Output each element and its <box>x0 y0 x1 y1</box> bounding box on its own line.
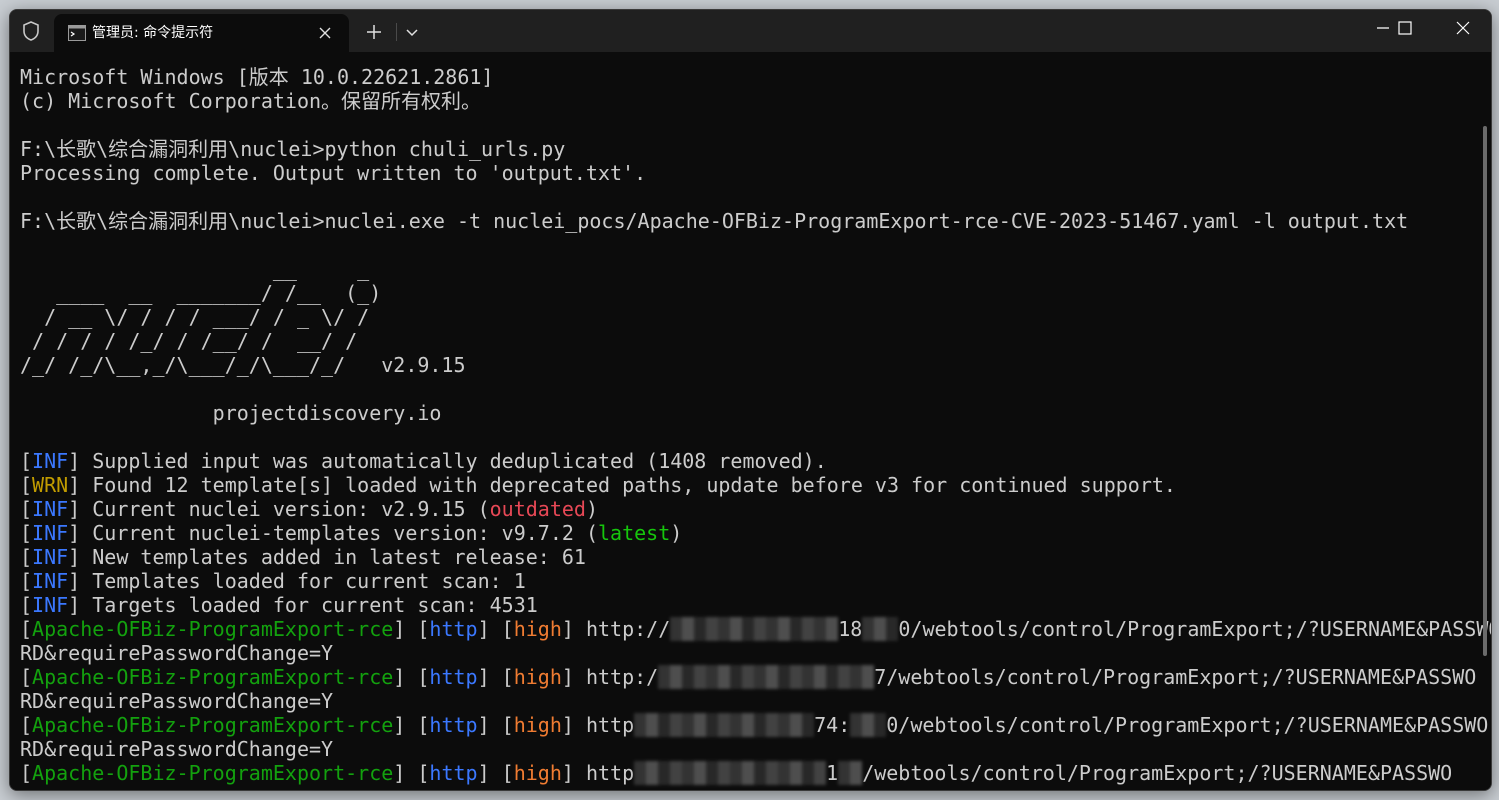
log-tag: INF <box>32 449 69 473</box>
result-wrap: RD&requirePasswordChange=Y <box>20 737 334 761</box>
chevron-down-icon[interactable] <box>402 22 422 42</box>
severity: high <box>513 617 562 641</box>
log-text: Found 12 template[s] loaded with depreca… <box>80 473 1176 497</box>
log-line: [INF] Supplied input was automatically d… <box>20 449 827 473</box>
log-line: [INF] Current nuclei-templates version: … <box>20 521 683 545</box>
redacted-port <box>862 617 899 641</box>
redacted-host <box>658 665 875 689</box>
protocol: http <box>429 761 478 785</box>
redacted-host <box>634 713 815 737</box>
log-tag: INF <box>32 569 69 593</box>
url-start: http <box>585 761 635 785</box>
log-line: [INF] New templates added in latest rele… <box>20 545 586 569</box>
redacted-host <box>634 761 827 785</box>
log-tag: WRN <box>32 473 69 497</box>
url-mid: 74: <box>814 713 851 737</box>
log-tail: ) <box>670 521 683 545</box>
result-line: [Apache-OFBiz-ProgramExport-rce] [http] … <box>20 761 1453 785</box>
result-line: [Apache-OFBiz-ProgramExport-rce] [http] … <box>20 617 1491 641</box>
new-tab-icon[interactable] <box>362 20 386 44</box>
ascii-logo-line: / __ \/ / / / ___/ / _ \/ / <box>20 305 370 329</box>
log-line: [INF] Targets loaded for current scan: 4… <box>20 593 538 617</box>
command-line: F:\长歌\综合漏洞利用\nuclei>python chuli_urls.py <box>20 137 566 161</box>
close-icon <box>1456 21 1470 35</box>
log-text: Targets loaded for current scan: 4531 <box>80 593 538 617</box>
title-bar[interactable]: 管理员: 命令提示符 <box>10 10 1491 52</box>
log-tag: INF <box>32 521 69 545</box>
version-status: outdated <box>489 497 586 521</box>
tab-divider <box>396 23 397 41</box>
log-line: [INF] Templates loaded for current scan:… <box>20 569 526 593</box>
severity: high <box>513 665 562 689</box>
ascii-logo-line: / / / / /_/ / /__/ / __/ / <box>20 329 358 353</box>
url-end: 0/webtools/control/ProgramExport;/?USERN… <box>886 713 1489 737</box>
protocol: http <box>429 665 478 689</box>
log-text: New templates added in latest release: 6… <box>80 545 586 569</box>
redacted-port <box>850 713 887 737</box>
log-tag: INF <box>32 593 69 617</box>
tab-command-prompt[interactable]: 管理员: 命令提示符 <box>54 14 349 52</box>
banner-line: (c) Microsoft Corporation。保留所有权利。 <box>20 89 482 113</box>
severity: high <box>513 713 562 737</box>
log-tag: INF <box>32 497 69 521</box>
log-text: Current nuclei-templates version: v9.7.2… <box>80 521 598 545</box>
ascii-logo-line: __ _ <box>20 257 370 281</box>
close-tab-icon[interactable] <box>317 25 333 41</box>
url-start: http:// <box>585 617 671 641</box>
log-text: Supplied input was automatically dedupli… <box>80 449 827 473</box>
url-end: 7/webtools/control/ProgramExport;/?USERN… <box>874 665 1477 689</box>
protocol: http <box>429 713 478 737</box>
log-text: Current nuclei version: v2.9.15 ( <box>80 497 490 521</box>
maximize-icon <box>1398 21 1412 35</box>
cmd-icon <box>68 25 86 41</box>
log-line: [INF] Current nuclei version: v2.9.15 (o… <box>20 497 598 521</box>
protocol: http <box>429 617 478 641</box>
scrollbar[interactable] <box>1483 126 1487 656</box>
close-window-button[interactable] <box>1433 10 1491 48</box>
command-line: F:\长歌\综合漏洞利用\nuclei>nuclei.exe -t nuclei… <box>20 209 1409 233</box>
result-line: [Apache-OFBiz-ProgramExport-rce] [http] … <box>20 665 1477 689</box>
result-wrap: RD&requirePasswordChange=Y <box>20 689 334 713</box>
ascii-logo-line: ____ __ _______/ /__ (_) <box>20 281 382 305</box>
url-end: 0/webtools/control/ProgramExport;/?USERN… <box>898 617 1492 641</box>
template-id: Apache-OFBiz-ProgramExport-rce <box>32 665 394 689</box>
redacted-host <box>670 617 839 641</box>
url-end: /webtools/control/ProgramExport;/?USERNA… <box>862 761 1453 785</box>
url-start: http:/ <box>585 665 659 689</box>
version-status: latest <box>597 521 671 545</box>
terminal-window: 管理员: 命令提示符 Microsoft Windows [版本 10.0.22… <box>9 9 1492 791</box>
url-mid: 18 <box>838 617 863 641</box>
command-output: Processing complete. Output written to '… <box>20 161 647 185</box>
log-line: [WRN] Found 12 template[s] loaded with d… <box>20 473 1176 497</box>
severity: high <box>513 761 562 785</box>
tab-title: 管理员: 命令提示符 <box>92 25 214 41</box>
logo-site: projectdiscovery.io <box>20 401 442 425</box>
shield-icon <box>23 21 39 41</box>
banner-line: Microsoft Windows [版本 10.0.22621.2861] <box>20 65 494 89</box>
redacted-port <box>838 761 863 785</box>
template-id: Apache-OFBiz-ProgramExport-rce <box>32 617 394 641</box>
log-tag: INF <box>32 545 69 569</box>
template-id: Apache-OFBiz-ProgramExport-rce <box>32 713 394 737</box>
ascii-logo-line: /_/ /_/\__,_/\___/_/\___/_/ v2.9.15 <box>20 353 466 377</box>
result-line: [Apache-OFBiz-ProgramExport-rce] [http] … <box>20 713 1489 737</box>
template-id: Apache-OFBiz-ProgramExport-rce <box>32 761 394 785</box>
terminal-output[interactable]: Microsoft Windows [版本 10.0.22621.2861] (… <box>10 52 1491 790</box>
log-tail: ) <box>585 497 598 521</box>
result-wrap: RD&requirePasswordChange=Y <box>20 641 334 665</box>
url-start: http <box>585 713 635 737</box>
url-mid: 1 <box>826 761 839 785</box>
log-text: Templates loaded for current scan: 1 <box>80 569 526 593</box>
maximize-button[interactable] <box>1375 10 1433 48</box>
